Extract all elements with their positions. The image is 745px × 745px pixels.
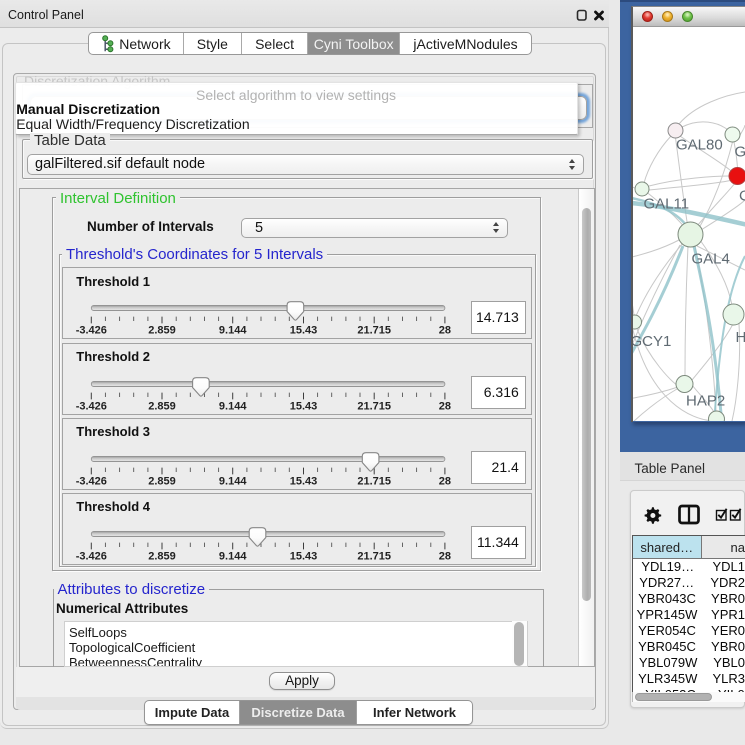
svg-text:15.43: 15.43: [290, 550, 318, 562]
svg-text:HAP2: HAP2: [686, 392, 725, 409]
svg-text:28: 28: [439, 550, 451, 562]
svg-text:21.715: 21.715: [357, 475, 391, 487]
svg-text:21.715: 21.715: [357, 325, 391, 337]
svg-text:9.144: 9.144: [219, 400, 247, 412]
svg-text:GA: GA: [735, 144, 745, 161]
svg-text:GAL4: GAL4: [692, 251, 730, 268]
svg-text:HI: HI: [736, 329, 745, 346]
svg-text:28: 28: [439, 475, 451, 487]
svg-text:2.859: 2.859: [148, 400, 176, 412]
svg-text:GAL11: GAL11: [644, 195, 690, 212]
svg-text:CO: CO: [739, 188, 745, 205]
svg-text:9.144: 9.144: [219, 550, 247, 562]
svg-text:-3.426: -3.426: [75, 400, 106, 412]
svg-text:GAL80: GAL80: [676, 137, 723, 154]
svg-text:9.144: 9.144: [219, 325, 247, 337]
svg-text:-3.426: -3.426: [75, 325, 106, 337]
svg-text:15.43: 15.43: [290, 325, 318, 337]
svg-text:-3.426: -3.426: [75, 550, 106, 562]
svg-text:-3.426: -3.426: [75, 475, 106, 487]
svg-text:2.859: 2.859: [148, 475, 176, 487]
svg-text:15.43: 15.43: [290, 475, 318, 487]
svg-text:28: 28: [439, 400, 451, 412]
svg-text:15.43: 15.43: [290, 400, 318, 412]
svg-text:2.859: 2.859: [148, 550, 176, 562]
svg-text:9.144: 9.144: [219, 475, 247, 487]
svg-text:21.715: 21.715: [357, 550, 391, 562]
svg-text:GCY1: GCY1: [633, 333, 671, 350]
svg-text:21.715: 21.715: [357, 400, 391, 412]
svg-text:28: 28: [439, 325, 451, 337]
svg-text:2.859: 2.859: [148, 325, 176, 337]
